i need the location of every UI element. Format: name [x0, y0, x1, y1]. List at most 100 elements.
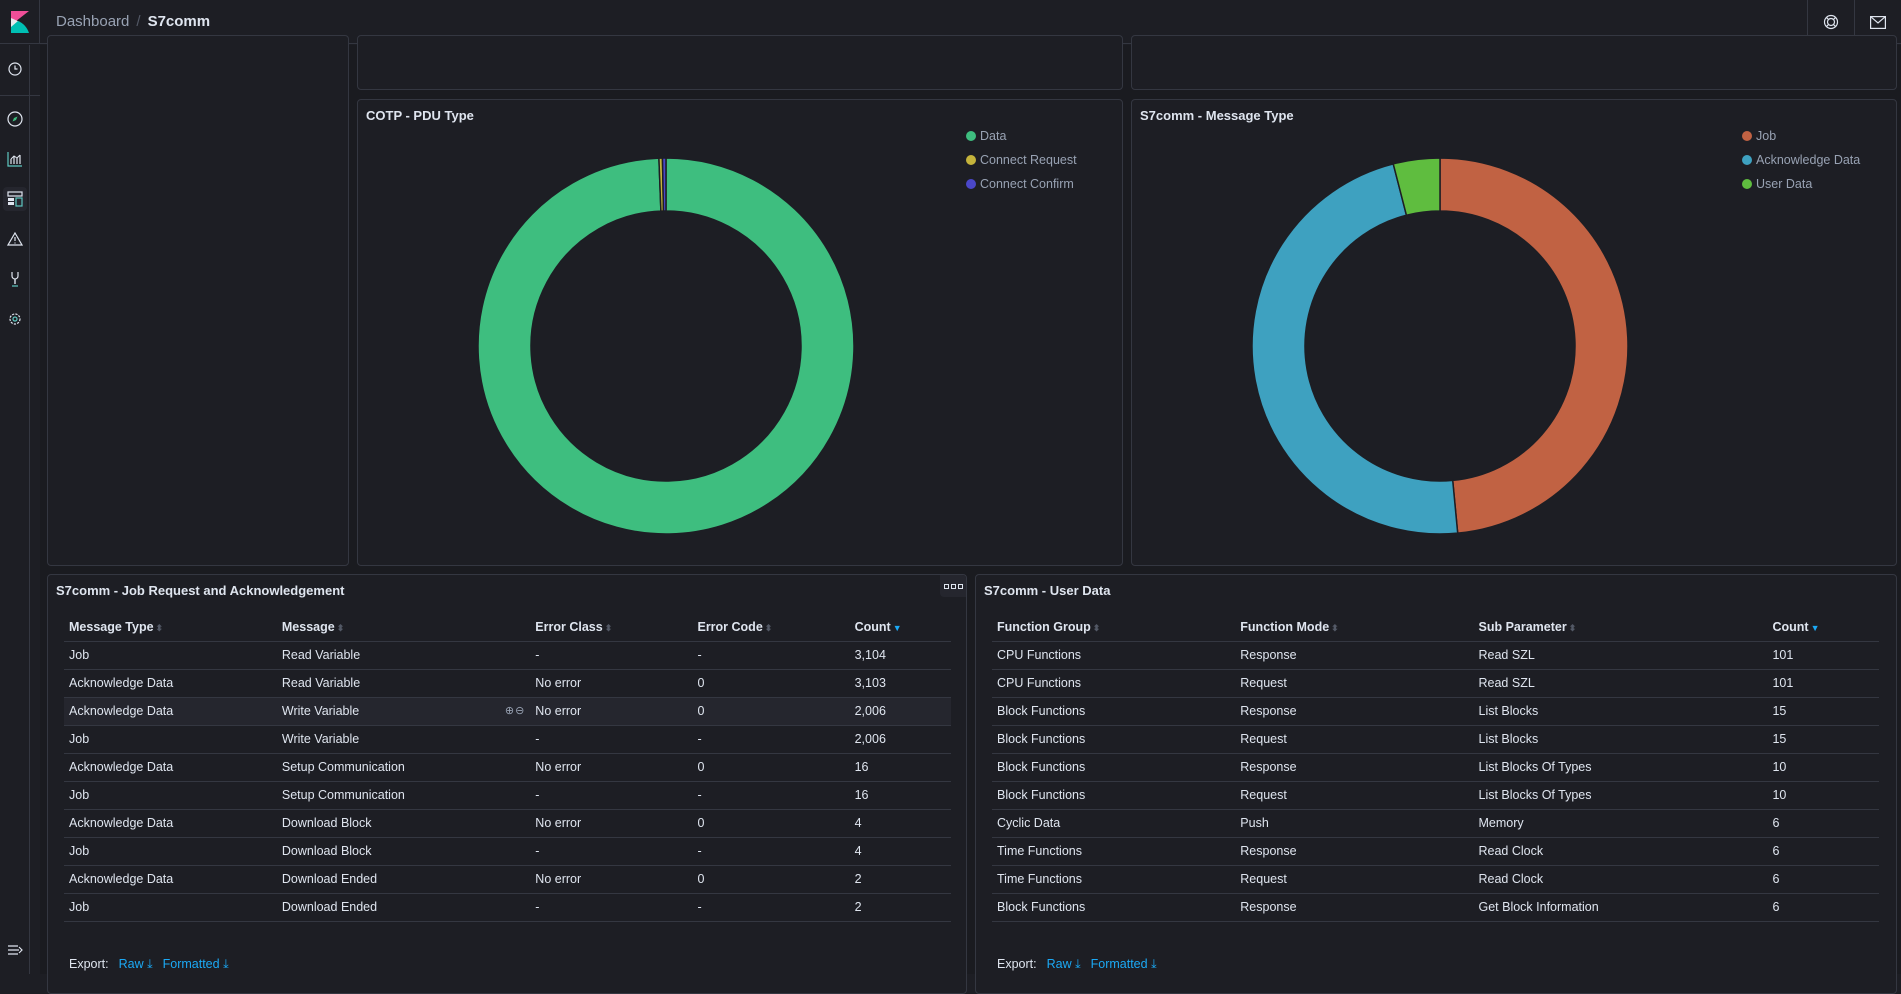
table-cell[interactable]: Job — [64, 837, 277, 866]
sort-icon[interactable]: ⬍ — [156, 623, 164, 633]
table-cell[interactable]: 2 — [849, 865, 951, 894]
table-cell[interactable]: List Blocks — [1473, 725, 1768, 754]
table-cell[interactable]: 15 — [1767, 725, 1879, 754]
nav-visualize[interactable] — [3, 147, 27, 171]
table-cell[interactable]: Block Functions — [992, 781, 1236, 810]
table-cell[interactable]: No error — [530, 809, 693, 838]
legend-item-connect-request[interactable]: Connect Request — [966, 148, 1077, 172]
table-cell[interactable]: Request — [1235, 669, 1474, 698]
table-cell[interactable]: 0 — [692, 865, 850, 894]
table-cell[interactable]: Block Functions — [992, 753, 1236, 782]
table-cell[interactable]: Read Clock — [1473, 865, 1768, 894]
table-cell[interactable]: - — [692, 893, 850, 922]
table-cell[interactable]: 0 — [692, 697, 850, 726]
export-raw-link[interactable]: Raw ⤓ — [119, 957, 153, 972]
table-cell[interactable]: 6 — [1767, 809, 1879, 838]
table-cell[interactable]: 3,104 — [849, 641, 951, 670]
table-cell[interactable]: 16 — [849, 753, 951, 782]
pie-slice-acknowledge-data[interactable] — [1251, 162, 1459, 535]
filter-for-out-value-icons[interactable]: ⊕⊖ — [505, 704, 525, 717]
table-cell[interactable]: CPU Functions — [992, 641, 1236, 670]
table-cell[interactable]: Response — [1235, 697, 1474, 726]
table-cell[interactable]: CPU Functions — [992, 669, 1236, 698]
legend-item-connect-confirm[interactable]: Connect Confirm — [966, 172, 1077, 196]
legend-item-job[interactable]: Job — [1742, 124, 1860, 148]
table-cell[interactable]: 10 — [1767, 753, 1879, 782]
breadcrumb-dashboard[interactable]: Dashboard — [56, 13, 129, 30]
nav-alerts[interactable] — [3, 227, 27, 251]
table-cell[interactable]: Download Block — [276, 809, 531, 838]
table-cell[interactable]: Write Variable — [276, 725, 531, 754]
nav-management[interactable] — [3, 307, 27, 331]
table-cell[interactable]: 101 — [1767, 641, 1879, 670]
table-cell[interactable]: 2,006 — [849, 725, 951, 754]
table-cell[interactable]: Acknowledge Data — [64, 809, 277, 838]
table-cell[interactable]: Request — [1235, 781, 1474, 810]
table-cell[interactable]: Job — [64, 641, 277, 670]
column-header-error-class[interactable]: Error Class ⬍ — [530, 613, 693, 642]
export-raw-link[interactable]: Raw ⤓ — [1047, 957, 1081, 972]
column-header-count[interactable]: Count ▼ — [1767, 613, 1879, 642]
table-cell[interactable]: Setup Communication — [276, 781, 531, 810]
column-header-error-code[interactable]: Error Code ⬍ — [692, 613, 850, 642]
table-cell[interactable]: 6 — [1767, 893, 1879, 922]
table-cell[interactable]: - — [692, 725, 850, 754]
dock-navigation-button[interactable] — [3, 938, 27, 962]
table-cell[interactable]: - — [692, 837, 850, 866]
sort-icon[interactable]: ⬍ — [1331, 623, 1339, 633]
table-cell[interactable]: Download Ended — [276, 865, 531, 894]
table-cell[interactable]: 2,006 — [849, 697, 951, 726]
table-cell[interactable]: Read SZL — [1473, 641, 1768, 670]
pie-slice-job[interactable] — [1439, 157, 1629, 534]
table-cell[interactable]: 101 — [1767, 669, 1879, 698]
table-cell[interactable]: Write Variable ⊕⊖ — [276, 697, 531, 726]
table-cell[interactable]: - — [692, 641, 850, 670]
table-cell[interactable]: Download Ended — [276, 893, 531, 922]
table-cell[interactable]: 16 — [849, 781, 951, 810]
sort-descending-icon[interactable]: ▼ — [893, 623, 902, 633]
table-cell[interactable]: Job — [64, 781, 277, 810]
table-cell[interactable]: Acknowledge Data — [64, 697, 277, 726]
column-header-function-group[interactable]: Function Group ⬍ — [992, 613, 1236, 642]
column-header-message[interactable]: Message ⬍ — [276, 613, 531, 642]
table-cell[interactable]: 0 — [692, 809, 850, 838]
table-cell[interactable]: Push — [1235, 809, 1474, 838]
table-cell[interactable]: 15 — [1767, 697, 1879, 726]
table-cell[interactable]: 2 — [849, 893, 951, 922]
table-cell[interactable]: Time Functions — [992, 837, 1236, 866]
table-cell[interactable]: Request — [1235, 865, 1474, 894]
column-header-count[interactable]: Count ▼ — [849, 613, 951, 642]
table-cell[interactable]: List Blocks Of Types — [1473, 781, 1768, 810]
table-cell[interactable]: Acknowledge Data — [64, 669, 277, 698]
table-cell[interactable]: No error — [530, 865, 693, 894]
table-cell[interactable]: Get Block Information — [1473, 893, 1768, 922]
table-cell[interactable]: Job — [64, 893, 277, 922]
table-cell[interactable]: 4 — [849, 837, 951, 866]
table-cell[interactable]: 10 — [1767, 781, 1879, 810]
table-cell[interactable]: Acknowledge Data — [64, 753, 277, 782]
table-cell[interactable]: No error — [530, 697, 693, 726]
pie-slice-connect-confirm[interactable] — [661, 157, 667, 212]
table-cell[interactable]: Response — [1235, 641, 1474, 670]
table-cell[interactable]: Cyclic Data — [992, 809, 1236, 838]
sort-icon[interactable]: ⬍ — [605, 623, 613, 633]
table-cell[interactable]: No error — [530, 669, 693, 698]
table-cell[interactable]: Read Variable — [276, 641, 531, 670]
recently-viewed-button[interactable] — [3, 57, 27, 81]
column-header-function-mode[interactable]: Function Mode ⬍ — [1235, 613, 1474, 642]
kibana-logo[interactable] — [0, 0, 40, 44]
table-cell[interactable]: - — [530, 837, 693, 866]
table-cell[interactable]: Response — [1235, 837, 1474, 866]
table-cell[interactable]: Response — [1235, 893, 1474, 922]
sort-icon[interactable]: ⬍ — [1569, 623, 1577, 633]
table-cell[interactable]: Read Clock — [1473, 837, 1768, 866]
table-cell[interactable]: Block Functions — [992, 697, 1236, 726]
table-cell[interactable]: Response — [1235, 753, 1474, 782]
table-cell[interactable]: Time Functions — [992, 865, 1236, 894]
table-cell[interactable]: - — [530, 781, 693, 810]
table-cell[interactable]: Request — [1235, 725, 1474, 754]
table-cell[interactable]: Block Functions — [992, 725, 1236, 754]
table-cell[interactable]: List Blocks Of Types — [1473, 753, 1768, 782]
nav-dashboard[interactable] — [3, 187, 27, 211]
nav-dev-tools[interactable] — [3, 267, 27, 291]
